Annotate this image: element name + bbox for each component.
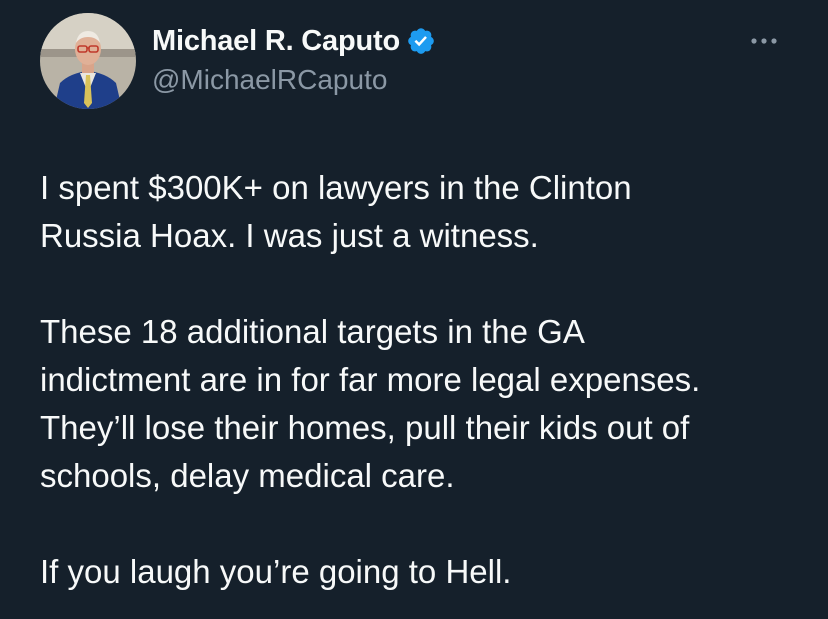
- tweet-paragraph: These 18 additional targets in the GA in…: [40, 313, 701, 494]
- tweet-paragraph: I spent $300K+ on lawyers in the Clinton…: [40, 169, 632, 254]
- more-horizontal-icon: [751, 38, 777, 44]
- tweet-paragraph: If you laugh you’re going to Hell.: [40, 553, 512, 590]
- author-handle[interactable]: @MichaelRCaputo: [152, 64, 387, 96]
- verified-badge-icon[interactable]: [406, 26, 436, 56]
- tweet-card: Michael R. Caputo @MichaelRCaputo I spen…: [0, 0, 828, 619]
- avatar[interactable]: [40, 13, 136, 109]
- avatar-image: [40, 13, 136, 109]
- display-name[interactable]: Michael R. Caputo: [152, 25, 400, 58]
- tweet-text: I spent $300K+ on lawyers in the Clinton…: [40, 164, 810, 596]
- author-name-row: Michael R. Caputo: [152, 22, 436, 60]
- more-options-button[interactable]: [744, 26, 784, 56]
